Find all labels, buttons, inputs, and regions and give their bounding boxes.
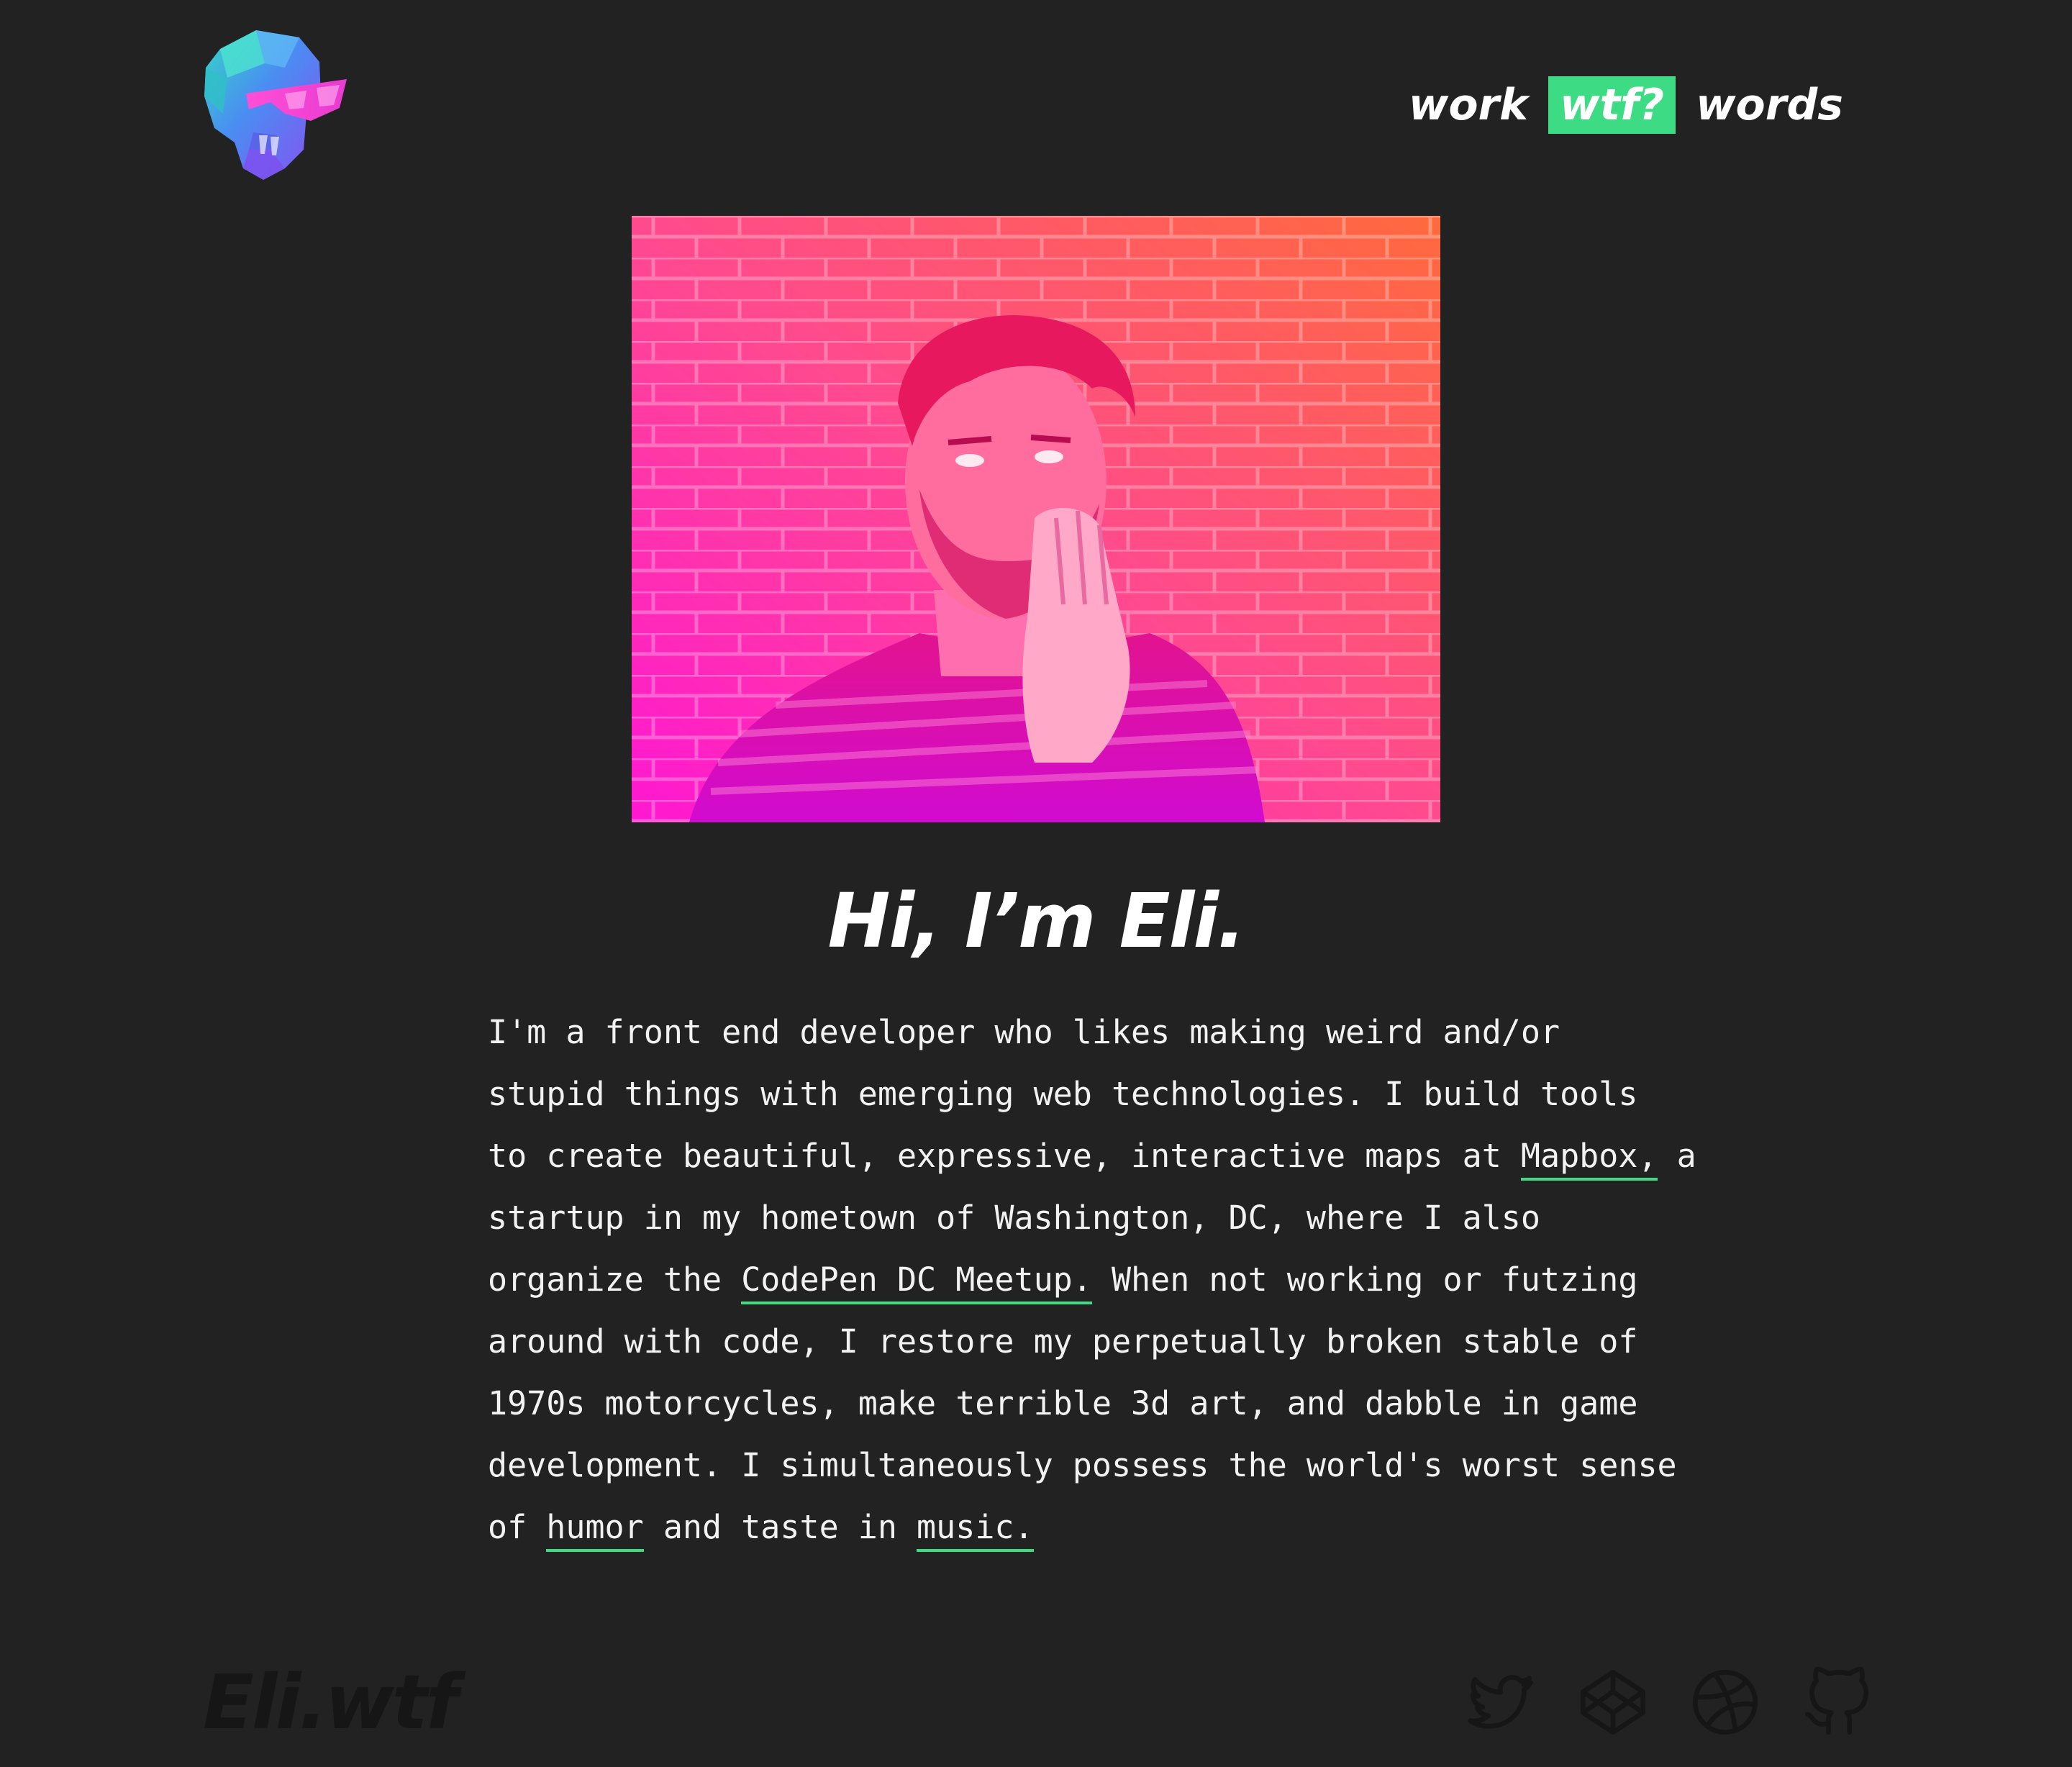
bio-line: of humor and taste in music. xyxy=(488,1496,1581,1558)
bio-line: around with code, I restore my perpetual… xyxy=(488,1322,1638,1361)
main-nav: work wtf? words xyxy=(1389,76,1855,134)
github-icon xyxy=(1805,1666,1868,1735)
social-links xyxy=(1465,1666,1873,1738)
bio-text: to create beautiful, expressive, interac… xyxy=(488,1137,1521,1175)
low-poly-skull-icon xyxy=(204,30,347,180)
codepen-dc-meetup-link[interactable]: CodePen DC Meetup. xyxy=(741,1260,1092,1304)
bio-line: I'm a front end developer who likes maki… xyxy=(488,1013,1560,1051)
dribbble-icon xyxy=(1693,1670,1758,1735)
nav-wtf-link[interactable]: wtf? xyxy=(1548,76,1676,134)
github-link[interactable] xyxy=(1801,1666,1873,1738)
codepen-link[interactable] xyxy=(1577,1666,1649,1738)
bio-line: startup in my hometown of Washington, DC… xyxy=(488,1199,1540,1237)
codepen-icon xyxy=(1581,1670,1645,1735)
bio-line: to create beautiful, expressive, interac… xyxy=(488,1125,1696,1187)
bio-text: of xyxy=(488,1508,547,1546)
portrait-photo xyxy=(632,216,1440,822)
footer-wordmark-link[interactable]: Eli.wtf xyxy=(203,1659,458,1745)
bio-line: development. I simultaneously possess th… xyxy=(488,1446,1677,1484)
dribbble-link[interactable] xyxy=(1689,1666,1761,1738)
humor-link[interactable]: humor xyxy=(546,1508,644,1552)
nav-work-link[interactable]: work xyxy=(1397,76,1540,134)
bio-text: a xyxy=(1657,1137,1696,1175)
music-link[interactable]: music. xyxy=(917,1508,1034,1552)
bio-line: 1970s motorcycles, make terrible 3d art,… xyxy=(488,1384,1638,1422)
twitter-link[interactable] xyxy=(1465,1666,1537,1738)
bio-line: organize the CodePen DC Meetup. When not… xyxy=(488,1249,1637,1311)
bio-text: When not working or futzing xyxy=(1091,1260,1638,1299)
twitter-icon xyxy=(1468,1675,1533,1729)
bio-text: organize the xyxy=(488,1260,742,1299)
skull-logo-link[interactable] xyxy=(199,27,347,183)
mapbox-link[interactable]: Mapbox, xyxy=(1520,1137,1658,1181)
nav-words-link[interactable]: words xyxy=(1684,76,1855,134)
bio-paragraph: I'm a front end developer who likes maki… xyxy=(488,1001,1696,1558)
bio-line: stupid things with emerging web technolo… xyxy=(488,1075,1638,1113)
bio-text: and taste in xyxy=(643,1508,917,1546)
portrait-image xyxy=(632,216,1440,822)
page-title: Hi, I’m Eli. xyxy=(827,877,1245,965)
